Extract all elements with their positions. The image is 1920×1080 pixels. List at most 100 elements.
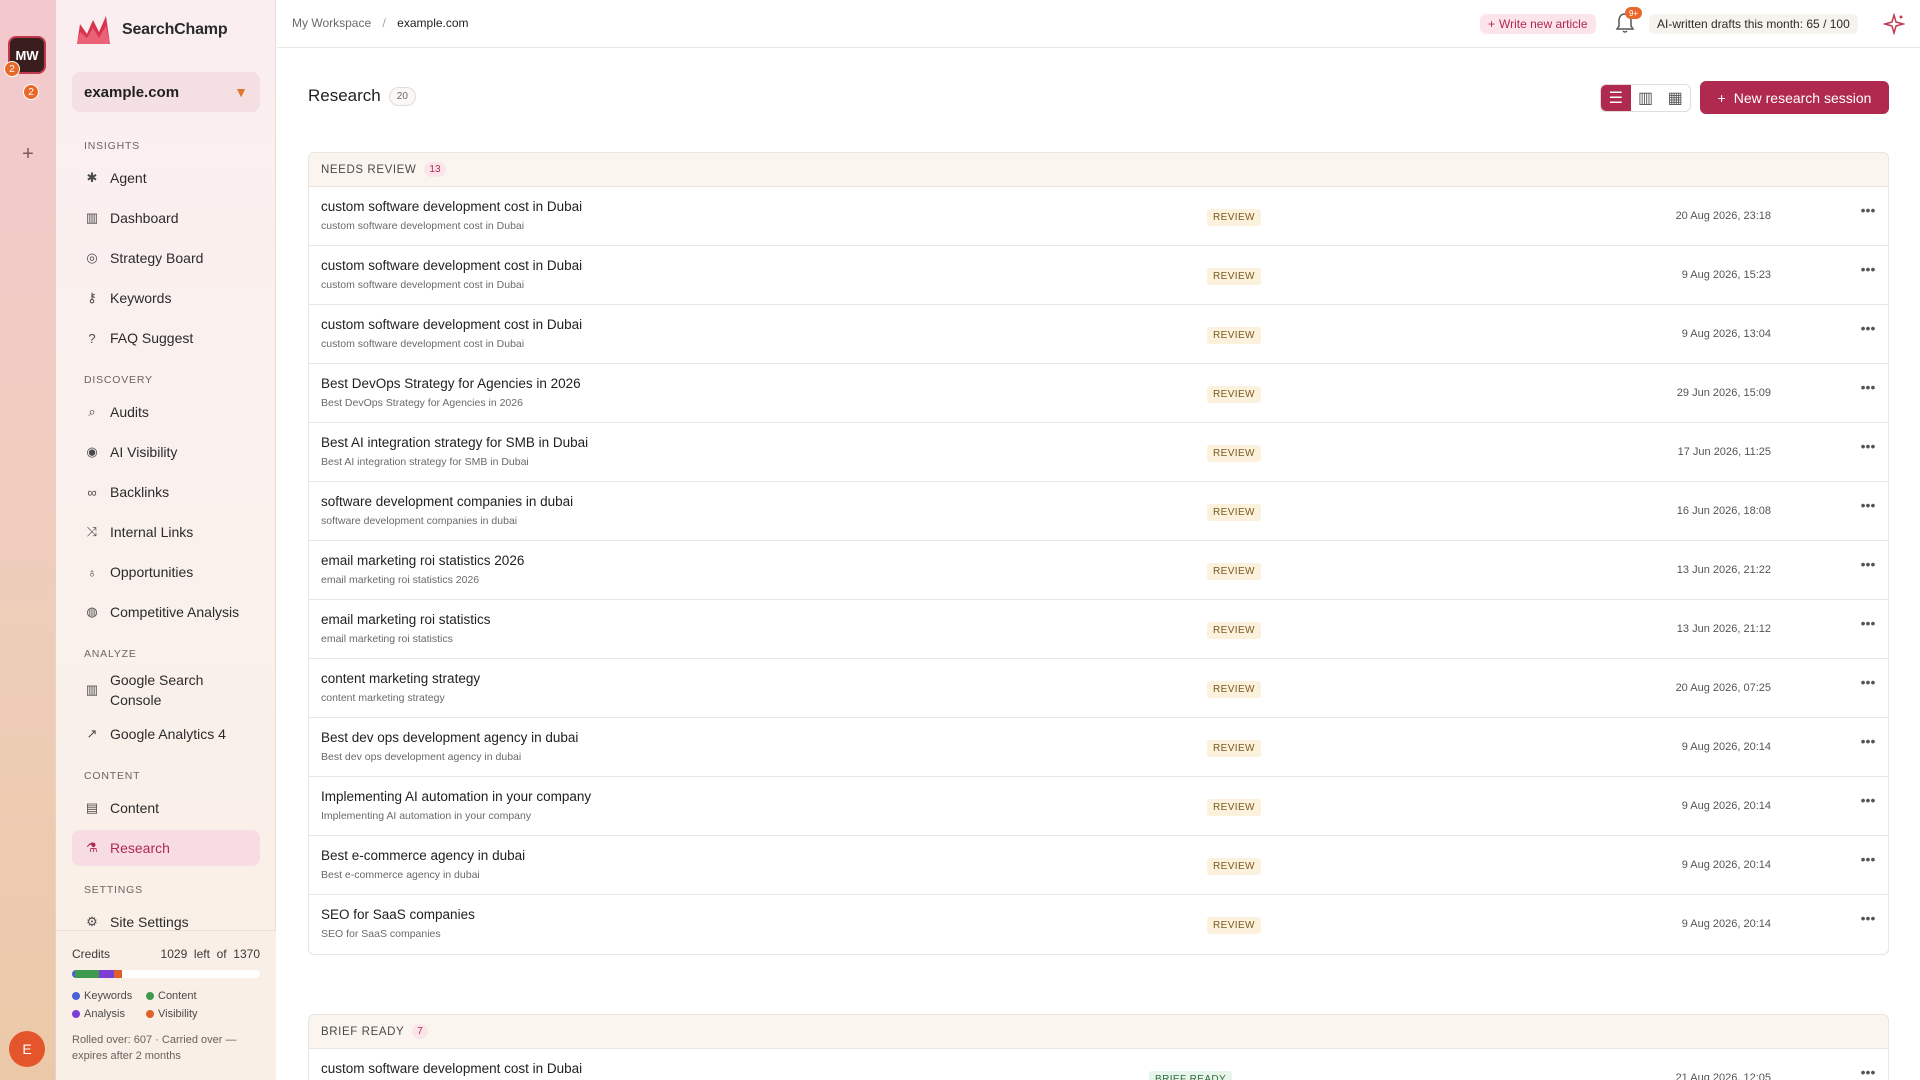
- sparkle-icon: ✱: [86, 170, 98, 185]
- grid-view-icon[interactable]: ▦: [1660, 85, 1690, 111]
- credits-progress-bar: [72, 970, 260, 978]
- sidebar-nav: INSIGHTS ✱ Agent ▥ Dashboard ◎ Strategy …: [72, 140, 260, 944]
- sidebar-item-research[interactable]: ⚗ Research: [72, 830, 260, 866]
- row-title[interactable]: email marketing roi statistics: [321, 612, 491, 627]
- list-view-icon[interactable]: ☰: [1601, 85, 1631, 111]
- row-title[interactable]: Best AI integration strategy for SMB in …: [321, 435, 588, 450]
- table-row[interactable]: email marketing roi statistics 2026 email…: [309, 541, 1888, 600]
- page-header: Research 20: [308, 86, 416, 106]
- table-row[interactable]: Best DevOps Strategy for Agencies in 202…: [309, 364, 1888, 423]
- more-options-icon[interactable]: •••: [1858, 792, 1878, 808]
- user-avatar[interactable]: E: [9, 1031, 45, 1067]
- group-header[interactable]: NEEDS REVIEW 13: [309, 153, 1888, 187]
- row-subtitle: content marketing strategy: [321, 692, 445, 704]
- group-header[interactable]: BRIEF READY 7: [309, 1015, 1888, 1049]
- table-row[interactable]: Best dev ops development agency in dubai…: [309, 718, 1888, 777]
- more-options-icon[interactable]: •••: [1858, 556, 1878, 572]
- more-options-icon[interactable]: •••: [1858, 202, 1878, 218]
- sidebar-item-google-search-console[interactable]: ▥ Google Search Console: [72, 668, 260, 712]
- row-title[interactable]: custom software development cost in Duba…: [321, 1061, 582, 1076]
- columns-view-icon[interactable]: ▥: [1631, 85, 1661, 111]
- add-workspace-button[interactable]: +: [16, 142, 40, 166]
- table-row[interactable]: custom software development cost in Duba…: [309, 305, 1888, 364]
- sidebar-item-label: Agent: [110, 170, 147, 186]
- sidebar-item-competitive-analysis[interactable]: ◍ Competitive Analysis: [72, 594, 260, 630]
- table-row[interactable]: SEO for SaaS companies SEO for SaaS compa…: [309, 895, 1888, 954]
- status-badge: REVIEW: [1207, 622, 1261, 639]
- table-row[interactable]: email marketing roi statistics email mark…: [309, 600, 1888, 659]
- row-subtitle: email marketing roi statistics: [321, 633, 453, 645]
- new-research-session-button[interactable]: + New research session: [1700, 81, 1889, 114]
- radar-icon: ◍: [86, 604, 98, 619]
- eye-icon: ◉: [86, 444, 98, 459]
- more-options-icon[interactable]: •••: [1858, 910, 1878, 926]
- row-title[interactable]: custom software development cost in Duba…: [321, 199, 582, 214]
- status-badge: REVIEW: [1207, 740, 1261, 757]
- site-selector[interactable]: example.com ▼: [72, 72, 260, 112]
- table-row[interactable]: custom software development cost in Duba…: [309, 1049, 1888, 1080]
- table-row[interactable]: software development companies in dubai s…: [309, 482, 1888, 541]
- legend-analysis: Analysis: [72, 1008, 146, 1020]
- sidebar-item-label: Competitive Analysis: [110, 604, 240, 620]
- row-title[interactable]: Implementing AI automation in your compa…: [321, 789, 591, 804]
- row-title[interactable]: Best DevOps Strategy for Agencies in 202…: [321, 376, 581, 391]
- table-row[interactable]: Implementing AI automation in your compa…: [309, 777, 1888, 836]
- table-row[interactable]: custom software development cost in Duba…: [309, 246, 1888, 305]
- credits-segment-analysis: [99, 970, 115, 978]
- sidebar-item-agent[interactable]: ✱ Agent: [72, 160, 260, 196]
- more-options-icon[interactable]: •••: [1858, 438, 1878, 454]
- credits-panel: Credits 1029 left of 1370 Keywords Conte…: [56, 930, 276, 1080]
- status-badge: REVIEW: [1207, 209, 1261, 226]
- row-title[interactable]: custom software development cost in Duba…: [321, 258, 582, 273]
- legend-keywords: Keywords: [72, 990, 146, 1002]
- more-options-icon[interactable]: •••: [1858, 379, 1878, 395]
- more-options-icon[interactable]: •••: [1858, 674, 1878, 690]
- sidebar-item-strategy-board[interactable]: ◎ Strategy Board: [72, 240, 260, 276]
- sidebar-item-backlinks[interactable]: ∞ Backlinks: [72, 474, 260, 510]
- more-options-icon[interactable]: •••: [1858, 615, 1878, 631]
- notification-badge: 9+: [1625, 7, 1642, 19]
- row-date: 9 Aug 2026, 20:14: [1681, 800, 1771, 812]
- credits-segment-content: [74, 970, 100, 978]
- more-options-icon[interactable]: •••: [1858, 497, 1878, 513]
- row-title[interactable]: software development companies in dubai: [321, 494, 573, 509]
- sidebar-item-faq-suggest[interactable]: ? FAQ Suggest: [72, 320, 260, 356]
- more-options-icon[interactable]: •••: [1858, 851, 1878, 867]
- row-title[interactable]: SEO for SaaS companies: [321, 907, 475, 922]
- write-article-button[interactable]: + Write new article: [1480, 14, 1596, 34]
- status-badge: REVIEW: [1207, 858, 1261, 875]
- credits-note: Rolled over: 607 · Carried over — expire…: [72, 1034, 237, 1062]
- brand[interactable]: SearchChamp: [76, 14, 228, 46]
- sidebar-item-content[interactable]: ▤ Content: [72, 790, 260, 826]
- sidebar-item-google-analytics[interactable]: ↗ Google Analytics 4: [72, 716, 260, 752]
- table-row[interactable]: Best AI integration strategy for SMB in …: [309, 423, 1888, 482]
- row-date: 9 Aug 2026, 20:14: [1681, 859, 1771, 871]
- more-options-icon[interactable]: •••: [1858, 320, 1878, 336]
- sidebar-item-dashboard[interactable]: ▥ Dashboard: [72, 200, 260, 236]
- sidebar-item-label: Google Analytics 4: [110, 726, 226, 742]
- page-title: Research: [308, 86, 381, 105]
- more-options-icon[interactable]: •••: [1858, 733, 1878, 749]
- sidebar-item-opportunities[interactable]: ♁ Opportunities: [72, 554, 260, 590]
- row-title[interactable]: custom software development cost in Duba…: [321, 317, 582, 332]
- row-subtitle: SEO for SaaS companies: [321, 928, 441, 940]
- sidebar-item-internal-links[interactable]: ⤨ Internal Links: [72, 514, 260, 550]
- more-options-icon[interactable]: •••: [1858, 1064, 1878, 1080]
- row-title[interactable]: email marketing roi statistics 2026: [321, 553, 524, 568]
- sidebar-item-keywords[interactable]: ⚷ Keywords: [72, 280, 260, 316]
- row-title[interactable]: Best e-commerce agency in dubai: [321, 848, 525, 863]
- row-title[interactable]: Best dev ops development agency in dubai: [321, 730, 578, 745]
- breadcrumb-separator: /: [382, 16, 386, 30]
- status-badge: REVIEW: [1207, 917, 1261, 934]
- group-needs-review: NEEDS REVIEW 13 custom software developm…: [308, 152, 1889, 955]
- more-options-icon[interactable]: •••: [1858, 261, 1878, 277]
- table-row[interactable]: Best e-commerce agency in dubai Best e-co…: [309, 836, 1888, 895]
- table-row[interactable]: content marketing strategy content market…: [309, 659, 1888, 718]
- sidebar-item-ai-visibility[interactable]: ◉ AI Visibility: [72, 434, 260, 470]
- table-row[interactable]: custom software development cost in Duba…: [309, 187, 1888, 246]
- row-subtitle: custom software development cost in Duba…: [321, 338, 525, 350]
- breadcrumb-workspace[interactable]: My Workspace: [292, 16, 371, 30]
- row-title[interactable]: content marketing strategy: [321, 671, 480, 686]
- sidebar-item-audits[interactable]: ⌕ Audits: [72, 394, 260, 430]
- sparkle-icon[interactable]: [1883, 13, 1905, 35]
